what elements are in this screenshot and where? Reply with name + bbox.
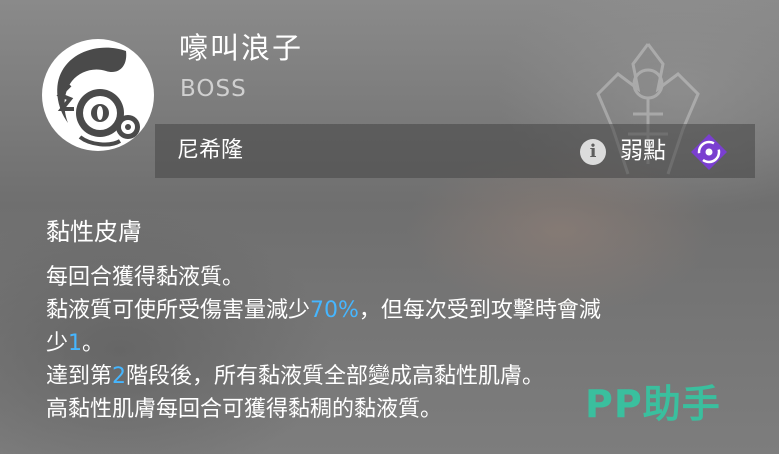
boss-type-label: BOSS <box>180 76 247 102</box>
info-button[interactable]: i <box>580 139 606 165</box>
monster-emblem-icon <box>42 39 154 151</box>
damage-reduction-value: 70% <box>310 298 359 323</box>
info-icon: i <box>589 141 597 162</box>
boss-origin: 尼希隆 <box>177 138 244 163</box>
pp-assistant-watermark: PP助手 <box>585 382 721 426</box>
stack-decrease-value: 1 <box>68 331 83 356</box>
boss-name: 嚎叫浪子 <box>179 31 304 65</box>
description-line-2: 黏液質可使所受傷害量減少70%，但每次受到攻擊時會減 <box>46 298 601 323</box>
description-line-1: 每回合獲得黏液質。 <box>46 265 245 290</box>
weakness-label[interactable]: 弱點 <box>620 136 666 166</box>
purple-element-weakness-icon[interactable] <box>689 132 729 172</box>
skill-title: 黏性皮膚 <box>46 218 142 246</box>
description-line-3: 少1。 <box>46 331 105 356</box>
phase-number-value: 2 <box>112 364 127 389</box>
